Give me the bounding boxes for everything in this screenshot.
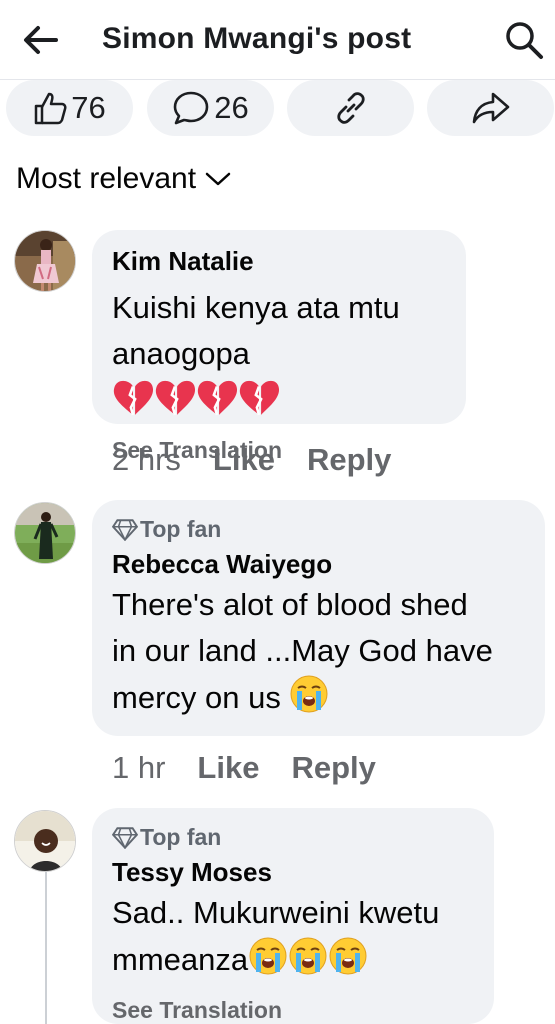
back-button[interactable] <box>18 20 62 60</box>
post-actions: 76 26 <box>0 80 555 136</box>
avatar[interactable] <box>14 230 76 292</box>
like-link[interactable]: Like <box>197 750 259 786</box>
comment-time: 2 hrs <box>112 442 181 477</box>
comment-line: mmeanza <box>112 942 249 977</box>
comment-bubble[interactable]: Kim Natalie Kuishi kenya ata mtu anaogop… <box>92 230 466 463</box>
sort-dropdown[interactable]: Most relevant <box>16 162 232 196</box>
badge-label: Top fan <box>140 824 222 850</box>
comment-line: in our land ...May God have <box>112 633 493 668</box>
broken-heart-emoji <box>154 378 196 429</box>
comment-author[interactable]: Kim Natalie <box>112 246 446 277</box>
reply-link[interactable]: Reply <box>291 750 375 786</box>
crying-face-emoji <box>289 674 329 727</box>
broken-heart-emoji <box>112 378 154 429</box>
thumbs-up-icon <box>35 92 67 125</box>
top-fan-badge: Top fan <box>112 824 474 851</box>
comment-button[interactable]: 26 <box>147 80 274 136</box>
avatar[interactable] <box>14 502 76 564</box>
like-button[interactable]: 76 <box>6 80 133 136</box>
badge-label: Top fan <box>140 516 222 542</box>
sort-label: Most relevant <box>16 162 197 195</box>
comment-line-with-emoji: mercy on us <box>112 674 525 727</box>
copy-link-button[interactable] <box>287 80 414 136</box>
comment-text: Sad.. Mukurweini kwetu mmeanza <box>112 890 474 989</box>
comment-meta: 2 hrs Like Reply <box>112 442 391 478</box>
comment-text: There's alot of blood shed in our land .… <box>112 582 525 727</box>
search-button[interactable] <box>500 16 548 64</box>
avatar-photo <box>15 503 75 563</box>
comment-line: Sad.. Mukurweini kwetu <box>112 895 440 930</box>
crying-face-emoji <box>288 936 328 989</box>
comment-bubble-icon <box>173 91 209 125</box>
broken-heart-emoji <box>238 378 280 429</box>
comment-author[interactable]: Rebecca Waiyego <box>112 549 525 580</box>
thread-line <box>45 872 47 1024</box>
back-arrow-icon <box>24 26 58 54</box>
like-count: 76 <box>71 90 106 125</box>
broken-heart-emoji <box>196 378 238 429</box>
comment-line-with-emoji: mmeanza <box>112 936 474 989</box>
crying-face-emoji <box>328 936 368 989</box>
see-translation-link[interactable]: See Translation <box>112 997 474 1024</box>
top-fan-badge: Top fan <box>112 516 525 543</box>
share-icon <box>472 92 509 124</box>
crying-face-emoji <box>248 936 288 989</box>
comment-author[interactable]: Tessy Moses <box>112 857 474 888</box>
diamond-icon <box>112 519 138 541</box>
reply-link[interactable]: Reply <box>307 442 391 478</box>
share-button[interactable] <box>427 80 554 136</box>
avatar-photo <box>15 811 75 871</box>
avatar-photo <box>15 231 75 291</box>
avatar[interactable] <box>14 810 76 872</box>
comment-count: 26 <box>214 90 249 125</box>
comment-line: There's alot of blood shed <box>112 587 468 622</box>
comment-meta: 1 hr Like Reply <box>112 750 376 786</box>
comment-line: mercy on us <box>112 680 281 715</box>
top-bar: Simon Mwangi's post <box>0 0 555 80</box>
chevron-down-icon <box>205 172 231 186</box>
comment-text-content: Kuishi kenya ata mtu anaogopa <box>112 290 400 371</box>
page-title: Simon Mwangi's post <box>102 22 412 55</box>
comment-text: Kuishi kenya ata mtu anaogopa <box>112 285 446 429</box>
like-link[interactable]: Like <box>213 442 275 478</box>
comment-time: 1 hr <box>112 750 166 785</box>
diamond-icon <box>112 827 138 849</box>
link-icon <box>336 92 365 124</box>
comment-bubble[interactable]: Top fan Rebecca Waiyego There's alot of … <box>92 500 545 736</box>
search-icon <box>506 22 543 59</box>
comment-bubble[interactable]: Top fan Tessy Moses Sad.. Mukurweini kwe… <box>92 808 494 1024</box>
